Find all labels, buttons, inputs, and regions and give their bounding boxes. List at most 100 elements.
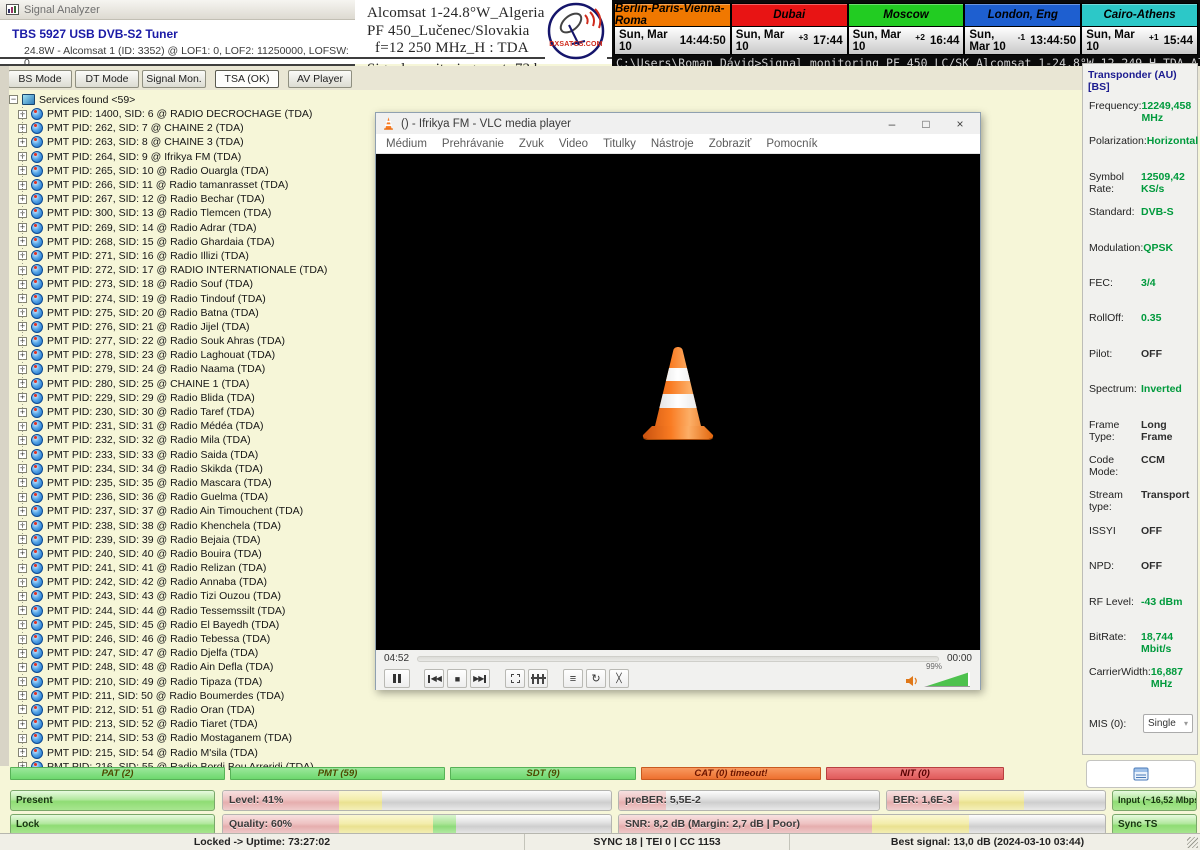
service-item[interactable]: +PMT PID: 278, SID: 23 @ Radio Laghouat …: [9, 348, 369, 362]
vlc-menu-prehr-vanie[interactable]: Prehrávanie: [442, 138, 504, 150]
service-item[interactable]: +PMT PID: 232, SID: 32 @ Radio Mila (TDA…: [9, 433, 369, 447]
service-icon: [31, 222, 43, 234]
tab-av-player[interactable]: AV Player: [288, 70, 352, 88]
close-button[interactable]: ×: [946, 117, 974, 131]
service-icon: [31, 619, 43, 631]
vlc-menu-zvuk[interactable]: Zvuk: [519, 138, 544, 150]
service-item[interactable]: +PMT PID: 236, SID: 36 @ Radio Guelma (T…: [9, 490, 369, 504]
service-item[interactable]: +PMT PID: 213, SID: 52 @ Radio Tiaret (T…: [9, 717, 369, 731]
clock-time: Sun, Mar 10+115:44: [1082, 27, 1197, 54]
equalizer-button[interactable]: [528, 669, 548, 688]
vlc-menu-titulky[interactable]: Titulky: [603, 138, 636, 150]
vlc-video-area[interactable]: [376, 154, 980, 650]
minimize-button[interactable]: –: [878, 117, 906, 131]
mis-value: Single: [1148, 718, 1176, 729]
service-item[interactable]: +PMT PID: 268, SID: 15 @ Radio Ghardaia …: [9, 235, 369, 249]
service-icon: [31, 718, 43, 730]
service-item[interactable]: +PMT PID: 234, SID: 34 @ Radio Skikda (T…: [9, 462, 369, 476]
service-item[interactable]: +PMT PID: 279, SID: 24 @ Radio Naama (TD…: [9, 362, 369, 376]
service-item[interactable]: +PMT PID: 300, SID: 13 @ Radio Tlemcen (…: [9, 206, 369, 220]
vlc-menu-m-dium[interactable]: Médium: [386, 138, 427, 150]
service-item[interactable]: +PMT PID: 240, SID: 40 @ Radio Bouira (T…: [9, 547, 369, 561]
service-item[interactable]: +PMT PID: 237, SID: 37 @ Radio Ain Timou…: [9, 504, 369, 518]
maximize-button[interactable]: □: [912, 117, 940, 131]
service-item[interactable]: +PMT PID: 248, SID: 48 @ Radio Ain Defla…: [9, 660, 369, 674]
service-item[interactable]: +PMT PID: 267, SID: 12 @ Radio Bechar (T…: [9, 192, 369, 206]
seek-bar[interactable]: [417, 656, 939, 662]
transponder-label: ISSYI: [1089, 525, 1141, 537]
service-item[interactable]: +PMT PID: 276, SID: 21 @ Radio Jijel (TD…: [9, 320, 369, 334]
service-item[interactable]: +PMT PID: 1400, SID: 6 @ RADIO DECROCHAG…: [9, 107, 369, 121]
service-item[interactable]: +PMT PID: 211, SID: 50 @ Radio Boumerdes…: [9, 689, 369, 703]
mis-dropdown[interactable]: Single ▾: [1143, 714, 1193, 733]
service-item[interactable]: +PMT PID: 215, SID: 54 @ Radio M'sila (T…: [9, 745, 369, 759]
resize-grip[interactable]: [1187, 837, 1198, 848]
header-location: PF 450_Lučenec/Slovakia: [367, 23, 530, 40]
collapse-icon[interactable]: −: [9, 95, 18, 104]
vlc-menu-pomocn-k[interactable]: Pomocník: [766, 138, 817, 150]
service-item[interactable]: +PMT PID: 212, SID: 51 @ Radio Oran (TDA…: [9, 703, 369, 717]
app-icon: [6, 4, 19, 15]
tab-bs-mode[interactable]: BS Mode: [8, 70, 72, 88]
service-item[interactable]: +PMT PID: 241, SID: 41 @ Radio Relizan (…: [9, 561, 369, 575]
service-item[interactable]: +PMT PID: 280, SID: 25 @ CHAINE 1 (TDA): [9, 377, 369, 391]
service-item[interactable]: +PMT PID: 272, SID: 17 @ RADIO INTERNATI…: [9, 263, 369, 277]
transponder-value: Transport: [1141, 489, 1189, 513]
tab-tsa-ok-[interactable]: TSA (OK): [215, 70, 279, 88]
service-item[interactable]: +PMT PID: 238, SID: 38 @ Radio Khenchela…: [9, 518, 369, 532]
next-button[interactable]: ▶▶: [470, 669, 490, 688]
service-item[interactable]: +PMT PID: 243, SID: 43 @ Radio Tizi Ouzo…: [9, 589, 369, 603]
services-root-node[interactable]: − Services found <59>: [9, 92, 369, 107]
stop-button[interactable]: ■: [447, 669, 467, 688]
volume-slider[interactable]: [924, 672, 970, 687]
service-item[interactable]: +PMT PID: 262, SID: 7 @ CHAINE 2 (TDA): [9, 121, 369, 135]
service-item[interactable]: +PMT PID: 271, SID: 16 @ Radio Illizi (T…: [9, 249, 369, 263]
table-status-bar-sdt-9-: SDT (9): [450, 767, 636, 780]
console-window: Berlin-Paris-Vienna-RomaSun, Mar 1014:44…: [612, 0, 1200, 72]
service-item[interactable]: +PMT PID: 230, SID: 30 @ Radio Taref (TD…: [9, 405, 369, 419]
transponder-row: Spectrum:Inverted: [1089, 383, 1193, 395]
service-item[interactable]: +PMT PID: 246, SID: 46 @ Radio Tebessa (…: [9, 632, 369, 646]
tab-dt-mode[interactable]: DT Mode: [75, 70, 139, 88]
playlist-button[interactable]: ≡: [563, 669, 583, 688]
service-item[interactable]: +PMT PID: 244, SID: 44 @ Radio Tessemssi…: [9, 604, 369, 618]
service-label: PMT PID: 277, SID: 22 @ Radio Souk Ahras…: [47, 335, 285, 347]
status-uptime: Locked -> Uptime: 73:27:02: [0, 834, 525, 850]
service-item[interactable]: +PMT PID: 210, SID: 49 @ Radio Tipaza (T…: [9, 675, 369, 689]
service-item[interactable]: +PMT PID: 274, SID: 19 @ Radio Tindouf (…: [9, 291, 369, 305]
pause-button[interactable]: [384, 669, 410, 688]
service-item[interactable]: +PMT PID: 263, SID: 8 @ CHAINE 3 (TDA): [9, 135, 369, 149]
service-item[interactable]: +PMT PID: 242, SID: 42 @ Radio Annaba (T…: [9, 575, 369, 589]
service-label: PMT PID: 267, SID: 12 @ Radio Bechar (TD…: [47, 193, 265, 205]
service-item[interactable]: +PMT PID: 229, SID: 29 @ Radio Blida (TD…: [9, 391, 369, 405]
service-item[interactable]: +PMT PID: 247, SID: 47 @ Radio Djelfa (T…: [9, 646, 369, 660]
service-item[interactable]: +PMT PID: 214, SID: 53 @ Radio Mostagane…: [9, 731, 369, 745]
service-icon: [31, 747, 43, 759]
shuffle-button[interactable]: ╳: [609, 669, 629, 688]
vlc-titlebar[interactable]: () - Ifrikya FM - VLC media player – □ ×: [376, 113, 980, 134]
vlc-menu-zobrazi-[interactable]: Zobraziť: [709, 138, 752, 150]
vlc-menu-video[interactable]: Video: [559, 138, 588, 150]
header-frequency: f=12 250 MHz_H : TDA: [375, 40, 529, 57]
table-status-bar-pmt-59-: PMT (59): [230, 767, 445, 780]
service-item[interactable]: +PMT PID: 231, SID: 31 @ Radio Médéa (TD…: [9, 419, 369, 433]
table-view-button[interactable]: [1086, 760, 1196, 788]
service-item[interactable]: +PMT PID: 277, SID: 22 @ Radio Souk Ahra…: [9, 334, 369, 348]
service-item[interactable]: +PMT PID: 273, SID: 18 @ Radio Souf (TDA…: [9, 277, 369, 291]
service-item[interactable]: +PMT PID: 266, SID: 11 @ Radio tamanrass…: [9, 178, 369, 192]
service-item[interactable]: +PMT PID: 269, SID: 14 @ Radio Adrar (TD…: [9, 221, 369, 235]
service-item[interactable]: +PMT PID: 235, SID: 35 @ Radio Mascara (…: [9, 476, 369, 490]
service-item[interactable]: +PMT PID: 265, SID: 10 @ Radio Ouargla (…: [9, 164, 369, 178]
tab-signal-mon-[interactable]: Signal Mon.: [142, 70, 206, 88]
loop-button[interactable]: ↻: [586, 669, 606, 688]
fullscreen-button[interactable]: [505, 669, 525, 688]
service-label: PMT PID: 1400, SID: 6 @ RADIO DECROCHAGE…: [47, 108, 312, 120]
vlc-menu-n-stroje[interactable]: Nástroje: [651, 138, 694, 150]
service-item[interactable]: +PMT PID: 233, SID: 33 @ Radio Saida (TD…: [9, 448, 369, 462]
service-item[interactable]: +PMT PID: 275, SID: 20 @ Radio Batna (TD…: [9, 306, 369, 320]
previous-button[interactable]: ◀◀: [424, 669, 444, 688]
service-item[interactable]: +PMT PID: 245, SID: 45 @ Radio El Bayedh…: [9, 618, 369, 632]
service-item[interactable]: +PMT PID: 264, SID: 9 @ Ifrikya FM (TDA): [9, 150, 369, 164]
volume-control[interactable]: 99%: [905, 672, 970, 687]
service-item[interactable]: +PMT PID: 239, SID: 39 @ Radio Bejaia (T…: [9, 533, 369, 547]
